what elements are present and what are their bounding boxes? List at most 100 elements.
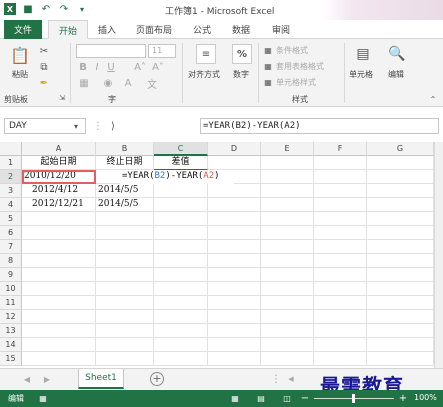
grid-cell[interactable] [367, 254, 434, 268]
row-header-7[interactable]: 7 [0, 240, 22, 254]
grid-cell[interactable] [96, 226, 154, 240]
copy-icon[interactable]: ⧉ [38, 61, 50, 73]
vertical-scrollbar[interactable] [434, 142, 443, 368]
grid-cell[interactable] [367, 310, 434, 324]
cell-c2-formula[interactable]: =YEAR(B2)-YEAR(A2) [120, 170, 234, 184]
percent-icon[interactable]: % [232, 44, 252, 64]
row-header-11[interactable]: 11 [0, 296, 22, 310]
formula-input[interactable]: =YEAR(B2)-YEAR(A2) [200, 118, 439, 134]
grid-cell[interactable] [22, 282, 96, 296]
grid-cell[interactable] [22, 212, 96, 226]
grid-cell[interactable] [367, 170, 434, 184]
grid-cell[interactable] [367, 184, 434, 198]
cell-b1[interactable]: 终止日期 [96, 156, 154, 170]
cell-style-label[interactable]: 单元格样式 [276, 77, 316, 88]
cell-a2[interactable]: 2010/12/20 [22, 170, 96, 184]
grid-cell[interactable] [154, 184, 208, 198]
grid-cell[interactable] [314, 212, 367, 226]
cell-a1[interactable]: 起始日期 [22, 156, 96, 170]
grid-cell[interactable] [261, 254, 314, 268]
zoom-out-icon[interactable]: − [300, 393, 310, 404]
col-header-d[interactable]: D [208, 142, 261, 156]
row-header-6[interactable]: 6 [0, 226, 22, 240]
paste-label[interactable]: 粘贴 [12, 69, 28, 80]
grid-cell[interactable] [261, 282, 314, 296]
row-header-12[interactable]: 12 [0, 310, 22, 324]
grid-cell[interactable] [314, 226, 367, 240]
grid-cell[interactable] [96, 282, 154, 296]
grid-cell[interactable] [22, 240, 96, 254]
grid-cell[interactable] [154, 198, 208, 212]
grid-cell[interactable] [96, 338, 154, 352]
grid-cell[interactable] [314, 156, 367, 170]
grid-cell[interactable] [367, 282, 434, 296]
alignment-icon[interactable]: ≡ [196, 44, 216, 64]
grid-cell[interactable] [96, 254, 154, 268]
italic-icon[interactable]: I [92, 61, 102, 73]
binoculars-icon[interactable]: 🔍 [388, 44, 406, 64]
redo-icon[interactable]: ↷ [58, 3, 70, 15]
row-header-5[interactable]: 5 [0, 212, 22, 226]
grid-cell[interactable] [261, 310, 314, 324]
grid-cell[interactable] [261, 240, 314, 254]
sheet-tab-sheet1[interactable]: Sheet1 [78, 369, 124, 389]
grid-cell[interactable] [154, 324, 208, 338]
grid-cell[interactable] [367, 240, 434, 254]
grid-cell[interactable] [96, 268, 154, 282]
tab-file[interactable]: 文件 [4, 20, 42, 39]
grid-cell[interactable] [154, 268, 208, 282]
grid-cell[interactable] [367, 324, 434, 338]
grid-cell[interactable] [96, 240, 154, 254]
grid-cell[interactable] [22, 310, 96, 324]
cells-label[interactable]: 单元格 [349, 69, 373, 80]
tab-formulas[interactable]: 公式 [193, 23, 211, 36]
grid-cell[interactable] [261, 156, 314, 170]
grid-cell[interactable] [154, 296, 208, 310]
save-icon[interactable]: ■ [22, 3, 34, 15]
row-header-3[interactable]: 3 [0, 184, 22, 198]
grid-cell[interactable] [314, 184, 367, 198]
tab-home[interactable]: 开始 [48, 20, 88, 40]
grid-cell[interactable] [261, 352, 314, 366]
grid-cell[interactable] [208, 296, 261, 310]
grid-cell[interactable] [261, 212, 314, 226]
grid-cell[interactable] [261, 338, 314, 352]
grid-cell[interactable] [314, 310, 367, 324]
grid-cell[interactable] [208, 254, 261, 268]
grid-cell[interactable] [96, 296, 154, 310]
fill-color-icon[interactable]: ◉ [102, 77, 114, 89]
grid-cell[interactable] [22, 226, 96, 240]
grow-font-icon[interactable]: A˄ [134, 61, 146, 73]
grid-cell[interactable] [208, 212, 261, 226]
underline-icon[interactable]: U [106, 61, 116, 73]
format-painter-icon[interactable]: ✒ [38, 77, 50, 89]
col-header-a[interactable]: A [22, 142, 96, 156]
grid-cell[interactable] [261, 184, 314, 198]
select-all-corner[interactable] [0, 142, 22, 156]
row-header-10[interactable]: 10 [0, 282, 22, 296]
tab-data[interactable]: 数据 [232, 23, 250, 36]
normal-view-icon[interactable]: ▦ [230, 393, 240, 403]
row-header-9[interactable]: 9 [0, 268, 22, 282]
macro-record-icon[interactable]: ▦ [38, 393, 48, 403]
cut-icon[interactable]: ✂ [38, 45, 50, 57]
col-header-g[interactable]: G [367, 142, 434, 156]
grid-cell[interactable] [367, 338, 434, 352]
cell-style-icon[interactable]: ▦ [263, 77, 273, 87]
border-icon[interactable]: ▦ [78, 77, 90, 89]
clipboard-launcher-icon[interactable]: ⇲ [58, 94, 66, 102]
paste-icon[interactable]: 📋 [10, 44, 30, 66]
grid-cell[interactable] [208, 324, 261, 338]
grid-cell[interactable] [208, 226, 261, 240]
grid-cell[interactable] [261, 296, 314, 310]
grid-cell[interactable] [314, 338, 367, 352]
grid-cell[interactable] [261, 268, 314, 282]
grid-cell[interactable] [367, 296, 434, 310]
page-layout-view-icon[interactable]: ▤ [256, 393, 266, 403]
edit-label[interactable]: 编辑 [388, 69, 404, 80]
scroll-left-icon[interactable]: ◀ [286, 374, 296, 384]
tab-page-layout[interactable]: 页面布局 [136, 23, 172, 36]
shrink-font-icon[interactable]: A˅ [152, 61, 164, 73]
grid-cell[interactable] [22, 296, 96, 310]
bold-icon[interactable]: B [78, 61, 88, 73]
